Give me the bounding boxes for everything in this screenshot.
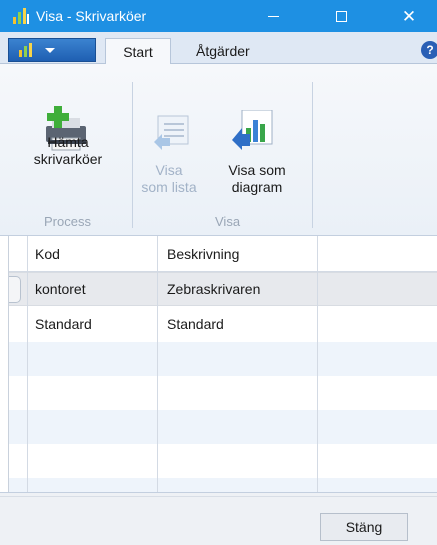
tab-start[interactable]: Start bbox=[105, 38, 171, 65]
chart-view-icon bbox=[232, 110, 273, 150]
window-title: Visa - Skrivarköer bbox=[36, 8, 147, 24]
stang-button[interactable]: Stäng bbox=[320, 513, 408, 541]
minimize-icon bbox=[267, 15, 279, 17]
app-logo-icon bbox=[13, 8, 29, 24]
cell-beskrivning: Zebraskrivaren bbox=[167, 281, 261, 297]
printer-queue-grid: Kod Beskrivning kontoret Zebraskrivaren … bbox=[8, 236, 437, 492]
help-icon[interactable]: ? bbox=[421, 41, 437, 59]
table-row[interactable]: kontoret Zebraskrivaren bbox=[9, 272, 437, 306]
maximize-button[interactable] bbox=[318, 0, 364, 32]
cell-kod: Standard bbox=[35, 316, 92, 332]
visa-lista-label-line1: Visa bbox=[155, 162, 183, 178]
visa-som-diagram-button[interactable]: Visa som diagram bbox=[207, 162, 307, 196]
table-row[interactable]: Standard Standard bbox=[9, 308, 437, 342]
cell-kod: kontoret bbox=[35, 281, 86, 297]
footer-divider bbox=[0, 496, 437, 497]
group-label-process: Process bbox=[44, 214, 91, 229]
visa-som-lista-button[interactable]: Visa som lista bbox=[134, 162, 204, 196]
hamta-label-line1: Hämta bbox=[47, 134, 89, 150]
visa-diagram-label-line2: diagram bbox=[231, 179, 283, 195]
empty-row bbox=[9, 342, 437, 376]
group-divider bbox=[132, 82, 133, 228]
column-header-beskrivning[interactable]: Beskrivning bbox=[167, 246, 239, 262]
empty-row bbox=[9, 478, 437, 492]
tab-atgarder[interactable]: Åtgärder bbox=[186, 38, 260, 65]
empty-row bbox=[9, 444, 437, 478]
column-divider bbox=[27, 236, 28, 492]
minimize-button[interactable] bbox=[250, 0, 296, 32]
maximize-icon bbox=[335, 10, 347, 22]
empty-row bbox=[9, 376, 437, 410]
chevron-down-icon bbox=[45, 47, 55, 53]
close-window-button[interactable]: ✕ bbox=[386, 0, 432, 32]
cell-beskrivning: Standard bbox=[167, 316, 224, 332]
list-view-icon bbox=[154, 115, 189, 150]
application-menu-button[interactable] bbox=[8, 38, 96, 62]
footer-bar: Stäng bbox=[0, 492, 437, 545]
group-divider bbox=[312, 82, 313, 228]
row-selector[interactable] bbox=[9, 276, 21, 303]
close-icon: ✕ bbox=[401, 6, 417, 26]
hamta-label-line2: skrivarköer bbox=[33, 151, 103, 167]
column-header-kod[interactable]: Kod bbox=[35, 246, 60, 262]
group-label-visa: Visa bbox=[215, 214, 241, 229]
hamta-skrivarkoer-button[interactable]: Hämta skrivarköer bbox=[14, 134, 122, 168]
title-bar: Visa - Skrivarköer ✕ bbox=[0, 0, 437, 32]
ribbon-panel: Hämta skrivarköer Visa som lista Visa so… bbox=[0, 64, 437, 236]
column-divider[interactable] bbox=[317, 236, 318, 492]
column-divider[interactable] bbox=[157, 236, 158, 492]
visa-lista-label-line2: som lista bbox=[141, 179, 197, 195]
visa-diagram-label-line1: Visa som bbox=[228, 162, 286, 178]
empty-row bbox=[9, 410, 437, 444]
grid-header: Kod Beskrivning bbox=[9, 236, 437, 272]
ribbon-tab-row: Start Åtgärder ? bbox=[0, 32, 437, 65]
app-menu-logo-icon bbox=[19, 43, 32, 57]
